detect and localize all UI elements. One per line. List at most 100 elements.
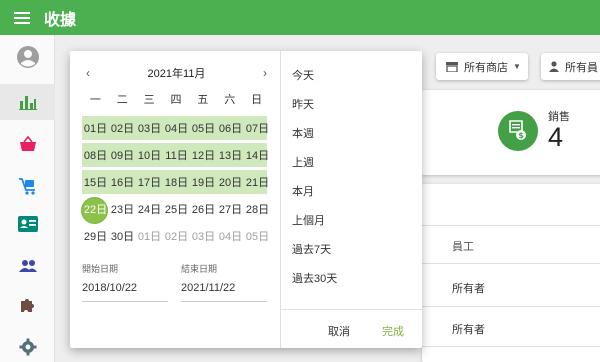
calendar-day[interactable]: 12日 (190, 141, 217, 168)
sidebar-item-customers[interactable] (0, 248, 55, 284)
calendar-day[interactable]: 18日 (163, 168, 190, 195)
app-bar: 收據 (0, 0, 600, 35)
calendar-day[interactable]: 04日 (217, 222, 244, 249)
preset-last-week[interactable]: 上週 (292, 154, 314, 170)
calendar-month-label: 2021年11月 (147, 68, 206, 80)
preset-yesterday[interactable]: 昨天 (292, 96, 314, 112)
table-divider (422, 225, 600, 226)
calendar-day[interactable]: 25日 (163, 195, 190, 222)
calendar-day[interactable]: 03日 (190, 222, 217, 249)
table-divider (422, 263, 600, 264)
sidebar-item-employees[interactable] (0, 206, 55, 242)
calendar-header: ‹ 2021年11月 › (80, 65, 273, 81)
store-filter-button[interactable]: 所有商店 ▼ (436, 53, 528, 80)
preset-last-7-days[interactable]: 過去7天 (292, 241, 331, 257)
calendar-day[interactable]: 17日 (136, 168, 163, 195)
calendar-day[interactable]: 06日 (217, 114, 244, 141)
calendar-day[interactable]: 09日 (109, 141, 136, 168)
start-date-label: 開始日期 (82, 264, 119, 274)
calendar-day[interactable]: 04日 (163, 114, 190, 141)
done-button[interactable]: 完成 (382, 323, 404, 339)
calendar-day[interactable]: 24日 (136, 195, 163, 222)
cancel-button[interactable]: 取消 (328, 323, 350, 339)
end-date-value: 2021/11/22 (181, 282, 236, 294)
page-title: 收據 (44, 11, 77, 29)
preset-last-30-days[interactable]: 過去30天 (292, 270, 337, 286)
basket-icon (19, 136, 36, 151)
weekday-label: 五 (197, 94, 209, 106)
svg-text:$: $ (518, 131, 524, 140)
calendar-day[interactable]: 11日 (163, 141, 190, 168)
weekday-label: 一 (89, 94, 101, 106)
weekday-label: 三 (143, 94, 155, 106)
start-date-field[interactable]: 開始日期 2018/10/22 (82, 262, 168, 302)
table-cell-employee: 所有者 (452, 283, 485, 295)
menu-button[interactable] (0, 0, 44, 35)
employee-table-card (422, 184, 600, 362)
picker-divider (280, 51, 281, 348)
calendar-day[interactable]: 28日 (244, 195, 271, 222)
calendar-day[interactable]: 13日 (217, 141, 244, 168)
calendar-day[interactable]: 10日 (136, 141, 163, 168)
calendar-day[interactable]: 01日 (82, 114, 109, 141)
calendar-day[interactable]: 01日 (136, 222, 163, 249)
sidebar-item-account[interactable] (0, 39, 55, 75)
sales-value: 4 (548, 122, 564, 152)
employee-filter-label: 所有員 (565, 61, 598, 74)
sidebar-item-reports[interactable] (0, 84, 55, 120)
preset-today[interactable]: 今天 (292, 67, 314, 83)
calendar-day[interactable]: 30日 (109, 222, 136, 249)
cart-icon (18, 178, 35, 195)
calendar-day[interactable]: 19日 (190, 168, 217, 195)
calendar-day[interactable]: 03日 (136, 114, 163, 141)
end-date-field[interactable]: 結束日期 2021/11/22 (181, 262, 267, 302)
sidebar-item-items[interactable] (0, 126, 55, 162)
weekday-label: 四 (170, 94, 182, 106)
chevron-left-icon[interactable]: ‹ (80, 66, 96, 80)
calendar-day[interactable]: 26日 (190, 195, 217, 222)
calendar-day[interactable]: 08日 (82, 141, 109, 168)
sidebar-item-inventory[interactable] (0, 168, 55, 204)
preset-last-month[interactable]: 上個月 (292, 212, 325, 228)
caret-down-icon: ▼ (513, 62, 521, 71)
calendar-day[interactable]: 05日 (190, 114, 217, 141)
calendar-day[interactable]: 02日 (109, 114, 136, 141)
calendar-day[interactable]: 23日 (109, 195, 136, 222)
calendar-day[interactable]: 20日 (217, 168, 244, 195)
calendar-day[interactable]: 16日 (109, 168, 136, 195)
weekday-label: 二 (116, 94, 128, 106)
date-range-picker: ‹ 2021年11月 › 一 二 三 四 五 六 日 01日 02日 03日 04日 0… (70, 51, 422, 348)
table-cell-employee: 所有者 (452, 324, 485, 336)
person-icon (549, 61, 559, 72)
id-card-icon (17, 216, 38, 232)
calendar: ‹ 2021年11月 › 一 二 三 四 五 六 日 01日 02日 03日 04日 0… (70, 51, 280, 348)
calendar-day[interactable]: 29日 (82, 222, 109, 249)
table-divider (422, 346, 600, 347)
calendar-day[interactable]: 02日 (163, 222, 190, 249)
preset-this-month[interactable]: 本月 (292, 183, 314, 199)
start-date-value: 2018/10/22 (82, 282, 138, 294)
employee-column-header: 員工 (452, 241, 474, 253)
sidebar (0, 35, 55, 362)
weekday-label: 六 (224, 94, 236, 106)
store-filter-label: 所有商店 (464, 61, 508, 74)
sidebar-item-integrations[interactable] (0, 287, 55, 323)
end-date-label: 結束日期 (181, 264, 218, 274)
account-circle-icon (16, 46, 39, 68)
sidebar-item-settings[interactable] (0, 329, 55, 362)
calendar-day[interactable]: 07日 (244, 114, 271, 141)
calendar-day[interactable]: 14日 (244, 141, 271, 168)
calendar-day-selected[interactable]: 22日 (82, 195, 109, 222)
calendar-day[interactable]: 27日 (217, 195, 244, 222)
calendar-day[interactable]: 15日 (82, 168, 109, 195)
chevron-right-icon[interactable]: › (257, 66, 273, 80)
weekday-label: 日 (251, 94, 263, 106)
calendar-day[interactable]: 21日 (244, 168, 271, 195)
calendar-day[interactable]: 05日 (244, 222, 271, 249)
receipt-dollar-icon: $ (498, 111, 538, 151)
puzzle-icon (20, 299, 34, 312)
employee-filter-button[interactable]: 所有員 (541, 53, 600, 80)
preset-this-week[interactable]: 本週 (292, 125, 314, 141)
bar-chart-icon (18, 96, 37, 110)
weekday-row: 一 二 三 四 五 六 日 (82, 91, 270, 107)
